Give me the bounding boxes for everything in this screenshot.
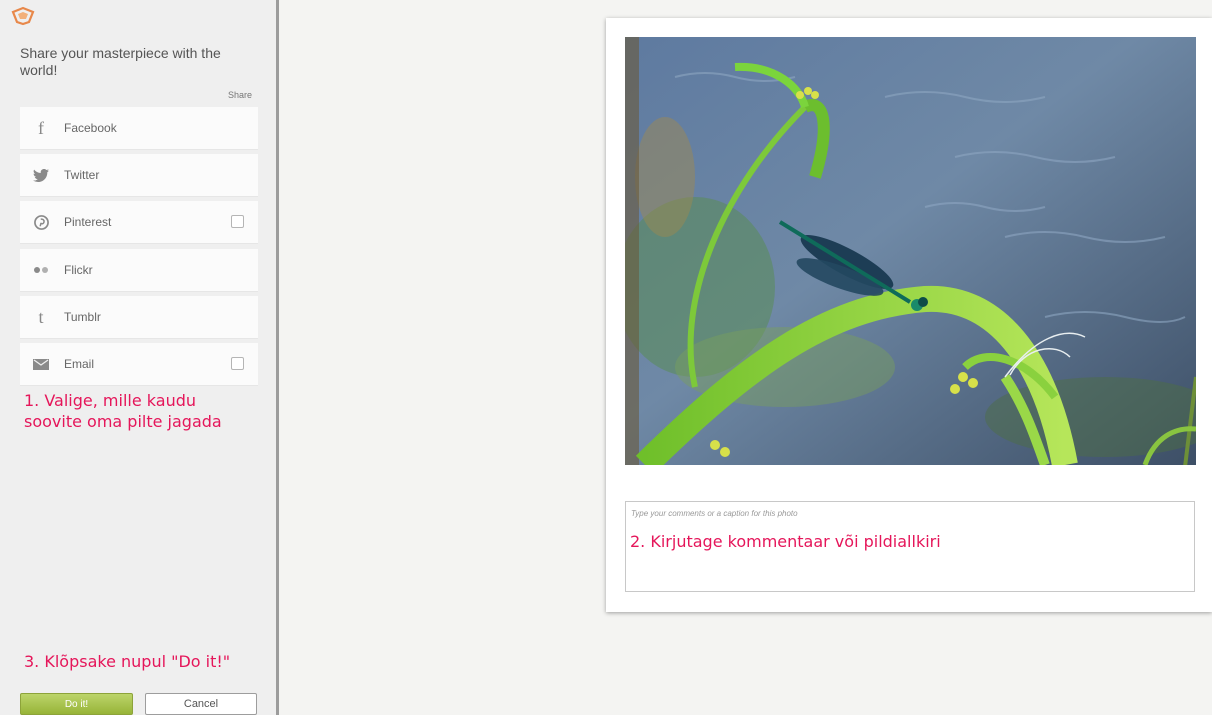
share-heading: Share your masterpiece with the world!: [20, 45, 221, 78]
photo-card: Type your comments or a caption for this…: [606, 18, 1212, 612]
share-item-label: Email: [64, 357, 95, 371]
twitter-icon: [30, 168, 52, 182]
facebook-icon: f: [38, 117, 44, 138]
share-item-twitter[interactable]: Twitter: [20, 154, 258, 197]
share-item-facebook[interactable]: f Facebook: [20, 107, 258, 150]
share-item-label: Tumblr: [64, 310, 101, 324]
share-item-label: Flickr: [64, 263, 93, 277]
annotation-step-1-line-2: soovite oma pilte jagada: [24, 412, 222, 431]
cancel-button[interactable]: Cancel: [145, 693, 257, 715]
share-item-label: Facebook: [64, 121, 117, 135]
annotation-step-1: 1. Valige, mille kaudu soovite oma pilte…: [24, 390, 222, 432]
do-it-button[interactable]: Do it!: [20, 693, 133, 715]
tumblr-icon: t: [38, 306, 44, 327]
share-column-label: Share: [227, 90, 252, 100]
annotation-step-1-line-1: 1. Valige, mille kaudu: [24, 391, 196, 410]
email-icon: [30, 358, 52, 370]
sidebar-divider: [276, 0, 279, 715]
share-item-email[interactable]: Email: [20, 343, 258, 386]
shared-photo: [625, 37, 1196, 465]
annotation-step-2: 2. Kirjutage kommentaar või pildiallkiri: [630, 532, 941, 551]
app-logo-icon: [10, 6, 36, 26]
flickr-icon: [30, 266, 52, 274]
share-sidebar: Share your masterpiece with the world! S…: [0, 0, 276, 715]
caption-placeholder: Type your comments or a caption for this…: [631, 509, 798, 518]
caption-input[interactable]: Type your comments or a caption for this…: [625, 501, 1195, 592]
email-share-checkbox[interactable]: [231, 357, 244, 370]
pinterest-icon: [30, 214, 52, 230]
share-item-pinterest[interactable]: Pinterest: [20, 201, 258, 244]
share-item-label: Twitter: [64, 168, 100, 182]
share-item-flickr[interactable]: Flickr: [20, 249, 258, 292]
share-item-tumblr[interactable]: t Tumblr: [20, 296, 258, 339]
annotation-step-3: 3. Klõpsake nupul "Do it!": [24, 652, 231, 671]
pinterest-share-checkbox[interactable]: [231, 215, 244, 228]
share-item-label: Pinterest: [64, 215, 112, 229]
